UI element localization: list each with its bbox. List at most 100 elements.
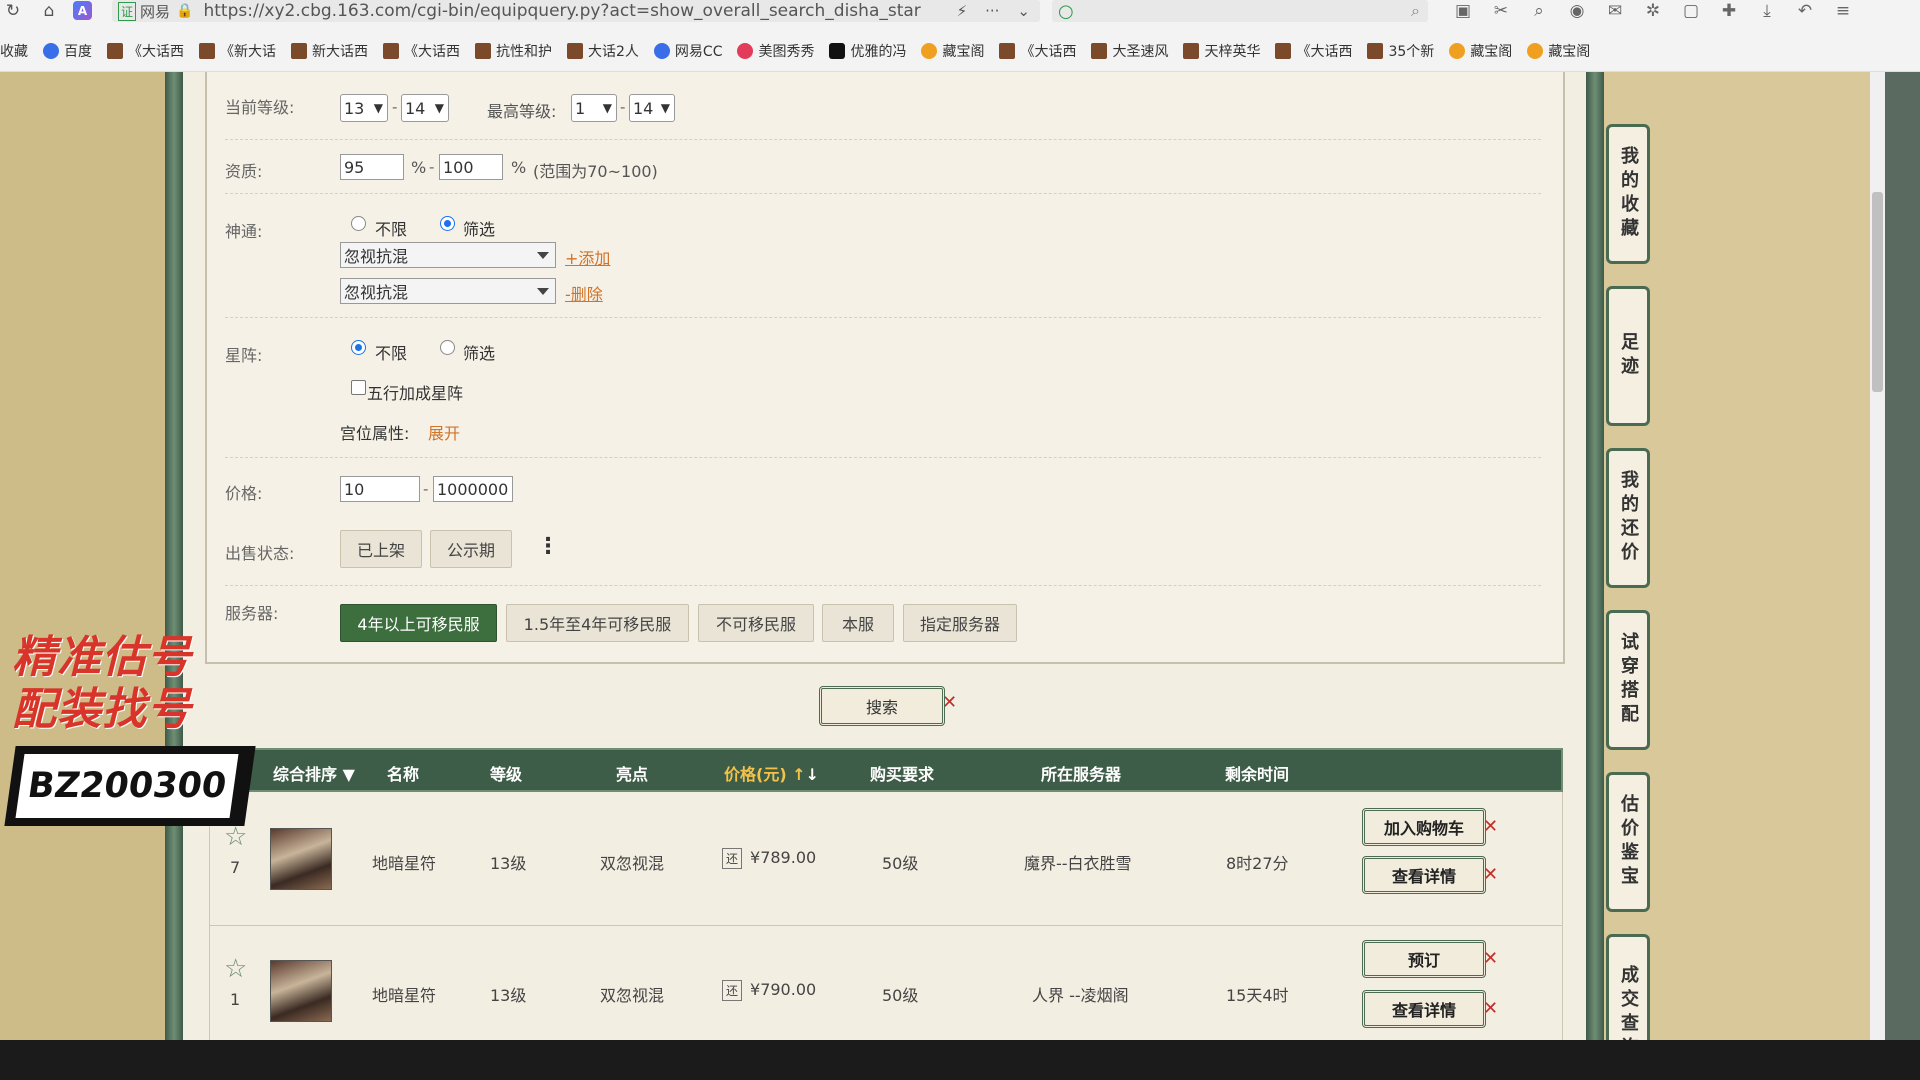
mail-icon[interactable]: ✉ xyxy=(1604,0,1626,22)
max-level-min-value: 1 xyxy=(575,98,586,118)
bookmark-item[interactable]: 收藏 xyxy=(0,41,28,61)
palace-expand-link[interactable]: 展开 xyxy=(428,420,460,444)
favorite-star-icon[interactable]: ☆ xyxy=(224,954,247,984)
x-ornament-icon: ✕ xyxy=(942,692,958,713)
listed-button[interactable]: 已上架 xyxy=(340,530,422,568)
item-highlight: 双忽视混 xyxy=(600,854,665,873)
sort-up-icon[interactable]: ↑ xyxy=(792,765,805,784)
bookmark-item[interactable]: 新大话西 xyxy=(291,41,368,61)
bookmark-item[interactable]: 藏宝阁 xyxy=(921,41,984,61)
url-text[interactable]: https://xy2.cbg.163.com/cgi-bin/equipque… xyxy=(203,1,920,21)
apps-icon[interactable]: ✲ xyxy=(1642,0,1664,22)
quality-max-input[interactable]: 100 xyxy=(439,154,503,180)
price-header[interactable]: 价格(元) ↑↓ xyxy=(724,761,819,785)
bookmark-item[interactable]: 网易CC xyxy=(653,41,722,61)
bookmark-label: 35个新 xyxy=(1388,44,1435,60)
lightning-icon[interactable]: ⚡ xyxy=(957,2,968,20)
game-icon xyxy=(383,43,399,59)
bookmark-item[interactable]: 藏宝阁 xyxy=(1527,41,1590,61)
browser-search-box[interactable]: ○ ⌕ xyxy=(1052,0,1428,22)
ai-extension-icon[interactable]: A xyxy=(73,1,92,20)
bookmark-item[interactable]: 优雅的冯 xyxy=(829,41,906,61)
scissors-icon[interactable]: ✂ xyxy=(1490,0,1512,22)
bookmark-item[interactable]: 百度 xyxy=(43,41,92,61)
max-level-min-select[interactable]: 1 ▼ xyxy=(571,94,617,122)
bookmark-item[interactable]: 《大话西 xyxy=(999,41,1076,61)
price-max-input[interactable]: 1000000 xyxy=(433,476,513,502)
sort-down-icon[interactable]: ↓ xyxy=(806,765,819,784)
table-row[interactable]: ☆ 7 地暗星符 13级 双忽视混 还 ¥789.00 50级 魔界--白衣胜雪 … xyxy=(209,792,1563,926)
server-option-3[interactable]: 不可移民服 xyxy=(698,604,814,642)
download-icon[interactable]: ⤓ xyxy=(1756,0,1778,22)
more-icon[interactable]: ··· xyxy=(985,2,999,20)
tab-try-on[interactable]: 试穿搭配 xyxy=(1606,610,1650,750)
bookmark-item[interactable]: 藏宝阁 xyxy=(1449,41,1512,61)
add-to-cart-button[interactable]: 加入购物车 xyxy=(1362,808,1486,846)
bookmark-item[interactable]: 35个新 xyxy=(1367,41,1434,61)
server-option-4[interactable]: 本服 xyxy=(822,604,894,642)
table-row[interactable]: ☆ 1 地暗星符 13级 双忽视混 还 ¥790.00 50级 人界 --凌烟阁 … xyxy=(209,926,1563,1040)
bookmark-item[interactable]: 天梓英华 xyxy=(1183,41,1260,61)
x-ornament-icon: ✕ xyxy=(1483,998,1499,1019)
home-icon[interactable]: ⌂ xyxy=(38,0,60,22)
tab-history[interactable]: 足迹 xyxy=(1606,286,1650,426)
public-period-button[interactable]: 公示期 xyxy=(430,530,512,568)
undo-icon[interactable]: ↶ xyxy=(1794,0,1816,22)
level-min-select[interactable]: 13 ▼ xyxy=(340,94,388,122)
address-bar[interactable]: 证 网易 🔒 https://xy2.cbg.163.com/cgi-bin/e… xyxy=(112,0,1040,22)
item-thumbnail[interactable] xyxy=(270,960,332,1022)
price-min-value: 10 xyxy=(344,479,365,499)
max-level-max-select[interactable]: 14 ▼ xyxy=(629,94,675,122)
item-thumbnail[interactable] xyxy=(270,828,332,890)
chevron-down-icon[interactable]: ⌄ xyxy=(1017,2,1030,20)
translate-icon[interactable]: ▣ xyxy=(1452,0,1474,22)
bookmark-item[interactable]: 大话2人 xyxy=(567,41,639,61)
delete-shentong-link[interactable]: -删除 xyxy=(565,281,603,305)
search-icon[interactable]: ⌕ xyxy=(1411,1,1420,21)
shentong-any-radio[interactable] xyxy=(351,216,366,231)
view-details-button[interactable]: 查看详情 xyxy=(1362,990,1486,1028)
bookmark-item[interactable]: 《大话西 xyxy=(107,41,184,61)
bookmark-item[interactable]: 大圣速风 xyxy=(1091,41,1168,61)
shentong-select-1[interactable]: 忽视抗混 xyxy=(340,242,556,268)
server-option-1[interactable]: 4年以上可移民服 xyxy=(340,604,497,642)
xingzhen-filter-radio[interactable] xyxy=(440,340,455,355)
search-ext-icon[interactable]: ⌕ xyxy=(1528,0,1550,22)
bookmark-item[interactable]: 抗性和护 xyxy=(475,41,552,61)
price-min-input[interactable]: 10 xyxy=(340,476,420,502)
server-option-5[interactable]: 指定服务器 xyxy=(903,604,1017,642)
xingzhen-any-radio[interactable] xyxy=(351,340,366,355)
item-requirement: 50级 xyxy=(882,854,919,873)
shentong-filter-radio[interactable] xyxy=(440,216,455,231)
window-icon[interactable]: ▢ xyxy=(1680,0,1702,22)
view-details-button[interactable]: 查看详情 xyxy=(1362,856,1486,894)
quality-min-input[interactable]: 95 xyxy=(340,154,404,180)
more-options-icon[interactable]: ⋮ xyxy=(537,534,559,559)
favorite-star-icon[interactable]: ☆ xyxy=(224,822,247,852)
bookmark-item[interactable]: 《大话西 xyxy=(383,41,460,61)
sort-header[interactable]: 综合排序 ▼ xyxy=(273,761,355,785)
shentong-select-2[interactable]: 忽视抗混 xyxy=(340,278,556,304)
level-max-select[interactable]: 14 ▼ xyxy=(401,94,449,122)
eye-icon[interactable]: ◉ xyxy=(1566,0,1588,22)
bookmark-label: 优雅的冯 xyxy=(850,44,907,60)
add-shentong-link[interactable]: +添加 xyxy=(565,245,610,269)
server-option-2[interactable]: 1.5年至4年可移民服 xyxy=(506,604,689,642)
bookmark-item[interactable]: 《大话西 xyxy=(1275,41,1352,61)
bookmark-item[interactable]: 美图秀秀 xyxy=(737,41,814,61)
x-ornament-icon: ✕ xyxy=(1483,948,1499,969)
search-engine-icon[interactable]: ○ xyxy=(1058,1,1074,22)
promo-code: BZ200300 xyxy=(15,754,239,818)
tab-appraisal[interactable]: 估价鉴宝 xyxy=(1606,772,1650,912)
wuxing-checkbox[interactable] xyxy=(351,380,366,395)
refresh-icon[interactable]: ↻ xyxy=(2,0,24,22)
bookmark-item[interactable]: 《新大话 xyxy=(199,41,276,61)
reserve-button[interactable]: 预订 xyxy=(1362,940,1486,978)
scrollbar-thumb[interactable] xyxy=(1872,192,1883,392)
search-button[interactable]: 搜索 xyxy=(819,686,945,726)
menu-icon[interactable]: ≡ xyxy=(1832,0,1854,22)
tab-deal-query[interactable]: 成交查询 xyxy=(1606,934,1650,1040)
tab-favorites[interactable]: 我的收藏 xyxy=(1606,124,1650,264)
tab-my-bargains[interactable]: 我的还价 xyxy=(1606,448,1650,588)
puzzle-icon[interactable]: ✚ xyxy=(1718,0,1740,22)
